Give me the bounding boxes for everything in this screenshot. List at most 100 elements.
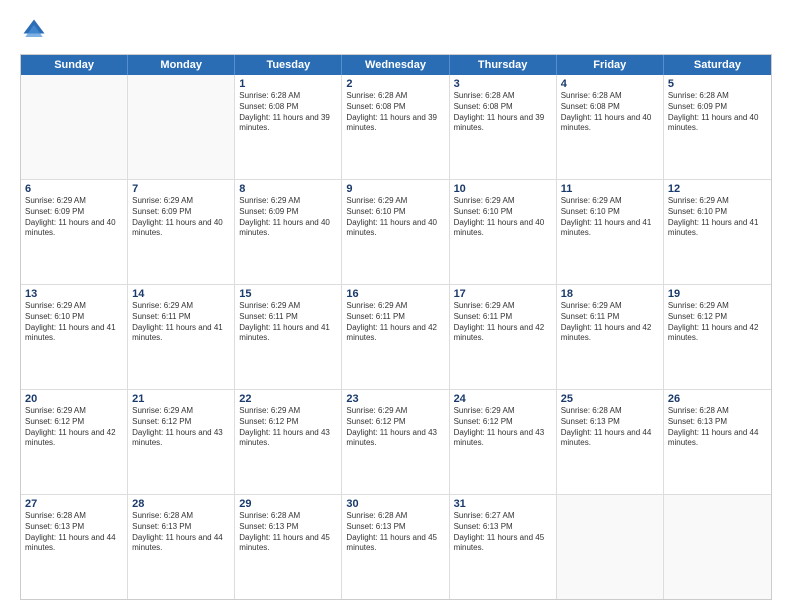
day-details: Sunrise: 6:28 AM Sunset: 6:08 PM Dayligh… — [346, 91, 444, 134]
day-number: 12 — [668, 183, 767, 195]
day-cell-22: 22Sunrise: 6:29 AM Sunset: 6:12 PM Dayli… — [235, 390, 342, 494]
day-details: Sunrise: 6:29 AM Sunset: 6:10 PM Dayligh… — [454, 196, 552, 239]
day-number: 15 — [239, 288, 337, 300]
day-number: 7 — [132, 183, 230, 195]
calendar-row-3: 13Sunrise: 6:29 AM Sunset: 6:10 PM Dayli… — [21, 284, 771, 389]
calendar-row-2: 6Sunrise: 6:29 AM Sunset: 6:09 PM Daylig… — [21, 179, 771, 284]
day-details: Sunrise: 6:29 AM Sunset: 6:11 PM Dayligh… — [346, 301, 444, 344]
day-cell-6: 6Sunrise: 6:29 AM Sunset: 6:09 PM Daylig… — [21, 180, 128, 284]
empty-cell-r0c0 — [21, 75, 128, 179]
calendar-row-1: 1Sunrise: 6:28 AM Sunset: 6:08 PM Daylig… — [21, 75, 771, 179]
day-cell-2: 2Sunrise: 6:28 AM Sunset: 6:08 PM Daylig… — [342, 75, 449, 179]
day-number: 4 — [561, 78, 659, 90]
day-details: Sunrise: 6:29 AM Sunset: 6:09 PM Dayligh… — [239, 196, 337, 239]
calendar-row-5: 27Sunrise: 6:28 AM Sunset: 6:13 PM Dayli… — [21, 494, 771, 599]
day-number: 1 — [239, 78, 337, 90]
calendar-row-4: 20Sunrise: 6:29 AM Sunset: 6:12 PM Dayli… — [21, 389, 771, 494]
day-details: Sunrise: 6:29 AM Sunset: 6:12 PM Dayligh… — [132, 406, 230, 449]
day-cell-23: 23Sunrise: 6:29 AM Sunset: 6:12 PM Dayli… — [342, 390, 449, 494]
weekday-header-thursday: Thursday — [450, 55, 557, 75]
day-cell-8: 8Sunrise: 6:29 AM Sunset: 6:09 PM Daylig… — [235, 180, 342, 284]
day-number: 31 — [454, 498, 552, 510]
day-details: Sunrise: 6:28 AM Sunset: 6:08 PM Dayligh… — [454, 91, 552, 134]
page: SundayMondayTuesdayWednesdayThursdayFrid… — [0, 0, 792, 612]
day-cell-7: 7Sunrise: 6:29 AM Sunset: 6:09 PM Daylig… — [128, 180, 235, 284]
day-details: Sunrise: 6:28 AM Sunset: 6:08 PM Dayligh… — [239, 91, 337, 134]
day-details: Sunrise: 6:28 AM Sunset: 6:13 PM Dayligh… — [132, 511, 230, 554]
day-cell-3: 3Sunrise: 6:28 AM Sunset: 6:08 PM Daylig… — [450, 75, 557, 179]
empty-cell-r4c6 — [664, 495, 771, 599]
day-number: 26 — [668, 393, 767, 405]
day-cell-28: 28Sunrise: 6:28 AM Sunset: 6:13 PM Dayli… — [128, 495, 235, 599]
day-cell-21: 21Sunrise: 6:29 AM Sunset: 6:12 PM Dayli… — [128, 390, 235, 494]
day-cell-9: 9Sunrise: 6:29 AM Sunset: 6:10 PM Daylig… — [342, 180, 449, 284]
day-cell-10: 10Sunrise: 6:29 AM Sunset: 6:10 PM Dayli… — [450, 180, 557, 284]
calendar-body: 1Sunrise: 6:28 AM Sunset: 6:08 PM Daylig… — [21, 75, 771, 599]
day-number: 18 — [561, 288, 659, 300]
day-details: Sunrise: 6:29 AM Sunset: 6:12 PM Dayligh… — [454, 406, 552, 449]
day-cell-11: 11Sunrise: 6:29 AM Sunset: 6:10 PM Dayli… — [557, 180, 664, 284]
day-number: 20 — [25, 393, 123, 405]
day-number: 10 — [454, 183, 552, 195]
day-cell-25: 25Sunrise: 6:28 AM Sunset: 6:13 PM Dayli… — [557, 390, 664, 494]
day-number: 2 — [346, 78, 444, 90]
day-cell-13: 13Sunrise: 6:29 AM Sunset: 6:10 PM Dayli… — [21, 285, 128, 389]
empty-cell-r4c5 — [557, 495, 664, 599]
day-number: 21 — [132, 393, 230, 405]
day-details: Sunrise: 6:28 AM Sunset: 6:13 PM Dayligh… — [668, 406, 767, 449]
day-number: 28 — [132, 498, 230, 510]
weekday-header-tuesday: Tuesday — [235, 55, 342, 75]
day-details: Sunrise: 6:29 AM Sunset: 6:10 PM Dayligh… — [346, 196, 444, 239]
day-details: Sunrise: 6:29 AM Sunset: 6:12 PM Dayligh… — [239, 406, 337, 449]
day-details: Sunrise: 6:28 AM Sunset: 6:13 PM Dayligh… — [346, 511, 444, 554]
logo-icon — [20, 16, 48, 44]
calendar: SundayMondayTuesdayWednesdayThursdayFrid… — [20, 54, 772, 600]
header — [20, 16, 772, 44]
day-details: Sunrise: 6:29 AM Sunset: 6:09 PM Dayligh… — [25, 196, 123, 239]
day-number: 30 — [346, 498, 444, 510]
day-number: 23 — [346, 393, 444, 405]
day-cell-27: 27Sunrise: 6:28 AM Sunset: 6:13 PM Dayli… — [21, 495, 128, 599]
day-details: Sunrise: 6:28 AM Sunset: 6:13 PM Dayligh… — [239, 511, 337, 554]
weekday-header-wednesday: Wednesday — [342, 55, 449, 75]
day-number: 19 — [668, 288, 767, 300]
day-cell-26: 26Sunrise: 6:28 AM Sunset: 6:13 PM Dayli… — [664, 390, 771, 494]
day-cell-12: 12Sunrise: 6:29 AM Sunset: 6:10 PM Dayli… — [664, 180, 771, 284]
day-details: Sunrise: 6:29 AM Sunset: 6:10 PM Dayligh… — [561, 196, 659, 239]
day-number: 5 — [668, 78, 767, 90]
day-details: Sunrise: 6:29 AM Sunset: 6:11 PM Dayligh… — [454, 301, 552, 344]
day-number: 25 — [561, 393, 659, 405]
day-number: 13 — [25, 288, 123, 300]
day-cell-18: 18Sunrise: 6:29 AM Sunset: 6:11 PM Dayli… — [557, 285, 664, 389]
calendar-header: SundayMondayTuesdayWednesdayThursdayFrid… — [21, 55, 771, 75]
day-cell-30: 30Sunrise: 6:28 AM Sunset: 6:13 PM Dayli… — [342, 495, 449, 599]
day-cell-14: 14Sunrise: 6:29 AM Sunset: 6:11 PM Dayli… — [128, 285, 235, 389]
day-number: 17 — [454, 288, 552, 300]
day-number: 24 — [454, 393, 552, 405]
weekday-header-monday: Monday — [128, 55, 235, 75]
day-number: 14 — [132, 288, 230, 300]
day-cell-19: 19Sunrise: 6:29 AM Sunset: 6:12 PM Dayli… — [664, 285, 771, 389]
day-number: 16 — [346, 288, 444, 300]
day-cell-4: 4Sunrise: 6:28 AM Sunset: 6:08 PM Daylig… — [557, 75, 664, 179]
day-cell-15: 15Sunrise: 6:29 AM Sunset: 6:11 PM Dayli… — [235, 285, 342, 389]
day-number: 22 — [239, 393, 337, 405]
day-details: Sunrise: 6:28 AM Sunset: 6:13 PM Dayligh… — [561, 406, 659, 449]
day-cell-17: 17Sunrise: 6:29 AM Sunset: 6:11 PM Dayli… — [450, 285, 557, 389]
day-number: 8 — [239, 183, 337, 195]
day-details: Sunrise: 6:29 AM Sunset: 6:09 PM Dayligh… — [132, 196, 230, 239]
day-number: 6 — [25, 183, 123, 195]
weekday-header-friday: Friday — [557, 55, 664, 75]
day-number: 11 — [561, 183, 659, 195]
day-details: Sunrise: 6:29 AM Sunset: 6:11 PM Dayligh… — [561, 301, 659, 344]
weekday-header-sunday: Sunday — [21, 55, 128, 75]
day-details: Sunrise: 6:29 AM Sunset: 6:11 PM Dayligh… — [239, 301, 337, 344]
empty-cell-r0c1 — [128, 75, 235, 179]
logo — [20, 16, 52, 44]
day-cell-1: 1Sunrise: 6:28 AM Sunset: 6:08 PM Daylig… — [235, 75, 342, 179]
day-cell-5: 5Sunrise: 6:28 AM Sunset: 6:09 PM Daylig… — [664, 75, 771, 179]
day-details: Sunrise: 6:29 AM Sunset: 6:12 PM Dayligh… — [25, 406, 123, 449]
day-details: Sunrise: 6:29 AM Sunset: 6:10 PM Dayligh… — [25, 301, 123, 344]
day-details: Sunrise: 6:27 AM Sunset: 6:13 PM Dayligh… — [454, 511, 552, 554]
day-details: Sunrise: 6:29 AM Sunset: 6:11 PM Dayligh… — [132, 301, 230, 344]
